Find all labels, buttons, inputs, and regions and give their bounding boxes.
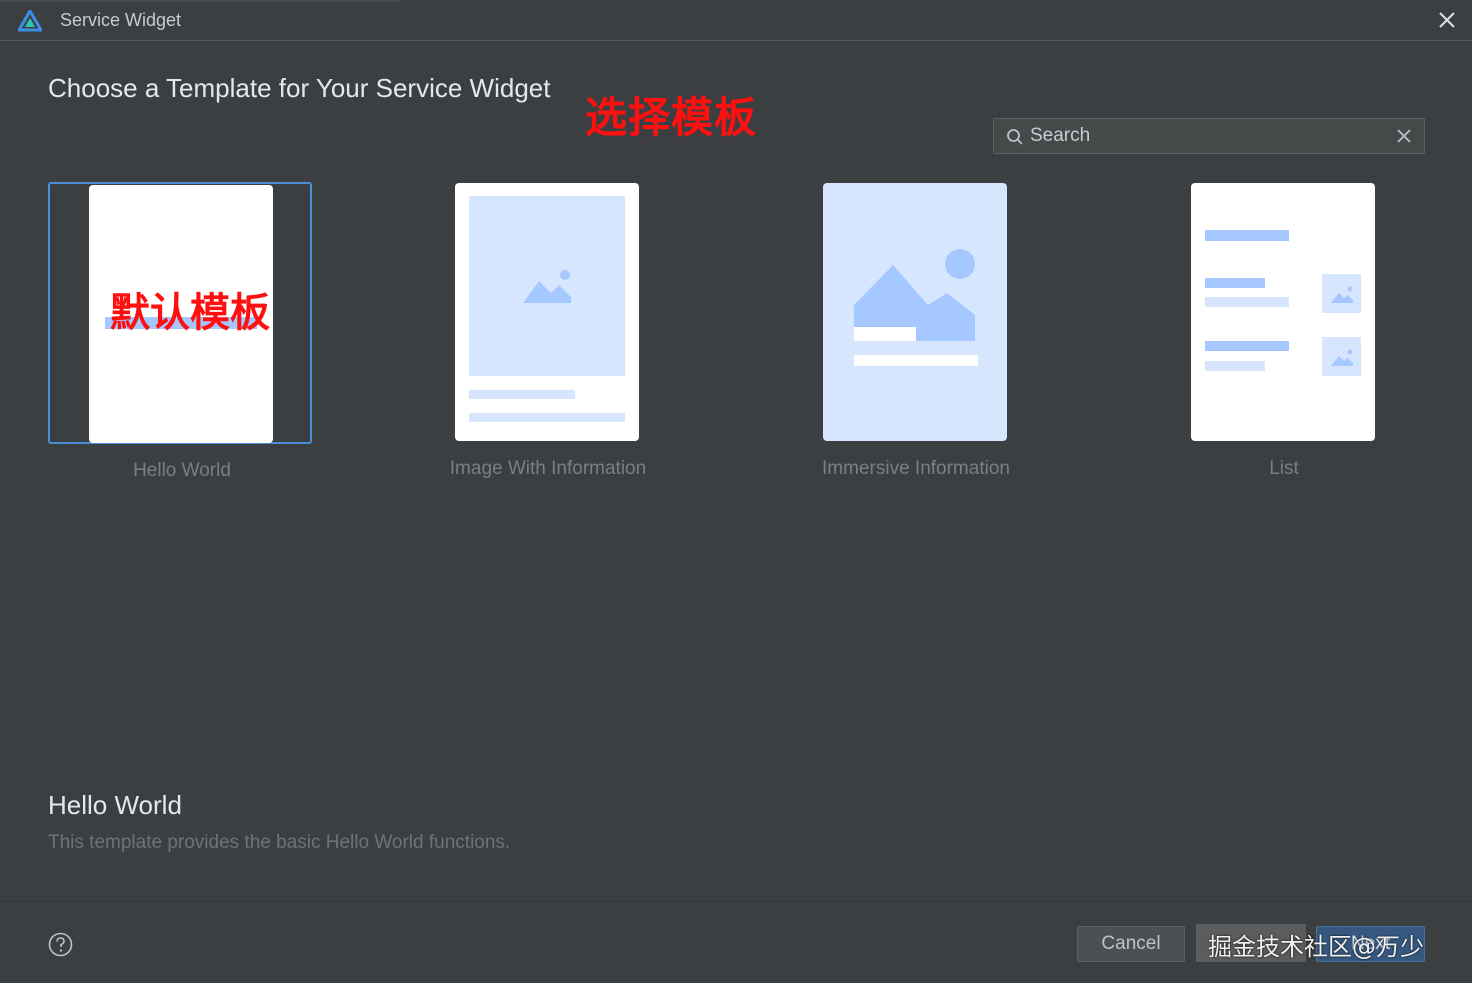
- template-card-hello-world[interactable]: 默认模板 Hello World: [48, 182, 312, 481]
- template-label: Hello World: [133, 460, 231, 481]
- template-label: Immersive Information: [822, 458, 1010, 479]
- close-icon[interactable]: [1436, 9, 1458, 31]
- template-description-title: Hello World: [48, 790, 182, 820]
- template-description-text: This template provides the basic Hello W…: [48, 832, 511, 853]
- search-icon: [1007, 129, 1023, 145]
- template-thumbnail-list: [1191, 183, 1375, 441]
- annotation-choose-template: 选择模板: [585, 93, 758, 142]
- template-label: Image With Information: [449, 458, 647, 479]
- annotation-default-template: 默认模板: [110, 290, 270, 336]
- deveco-logo-icon: [18, 10, 42, 32]
- template-card-immersive-information[interactable]: Immersive Information: [784, 182, 1048, 479]
- page-title: Choose a Template for Your Service Widge…: [48, 73, 551, 103]
- title-progress-strip: [0, 0, 400, 2]
- image-placeholder-icon: [469, 196, 625, 422]
- image-placeholder-icon: [854, 249, 978, 366]
- template-label: List: [1269, 458, 1299, 479]
- template-thumbnail-immersive-information: [823, 183, 1007, 441]
- window-title: Service Widget: [60, 10, 182, 30]
- cancel-button[interactable]: Cancel: [1077, 926, 1185, 962]
- search-box[interactable]: [993, 118, 1425, 154]
- list-preview-graphic: [1205, 230, 1361, 376]
- title-bar: Service Widget: [0, 0, 1472, 41]
- template-thumbnail-image-with-information: [455, 183, 639, 441]
- help-icon[interactable]: [48, 932, 73, 957]
- watermark-text: 掘金技术社区@万少: [1208, 933, 1424, 961]
- template-card-list[interactable]: List: [1152, 182, 1416, 479]
- search-input[interactable]: [1030, 123, 1380, 149]
- template-card-image-with-information[interactable]: Image With Information: [416, 182, 680, 479]
- clear-search-icon[interactable]: [1396, 128, 1412, 144]
